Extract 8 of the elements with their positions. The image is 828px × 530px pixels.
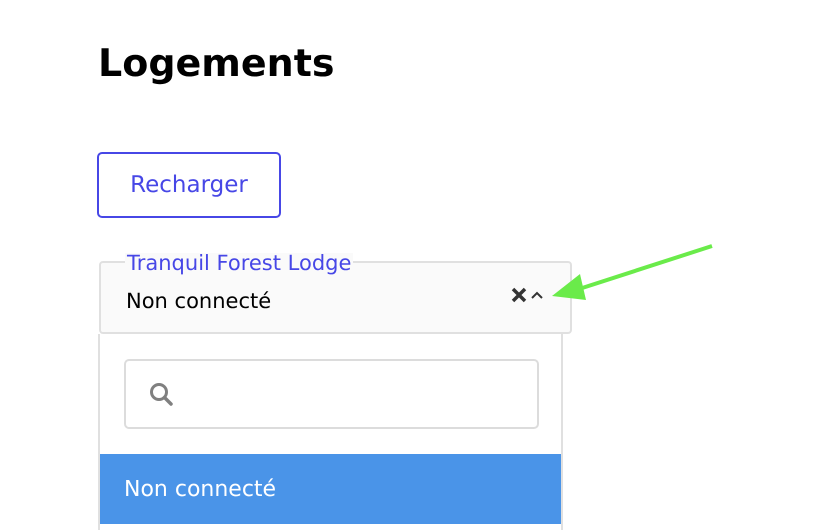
field-label: Tranquil Forest Lodge <box>125 253 354 274</box>
chevron-icon[interactable] <box>531 291 543 299</box>
clear-icon[interactable] <box>509 285 529 305</box>
search-field[interactable] <box>124 359 539 429</box>
search-icon <box>148 381 174 407</box>
select-value: Non connecté <box>126 288 272 315</box>
reload-button[interactable]: Recharger <box>97 152 281 218</box>
page-title: Logements <box>98 44 334 82</box>
